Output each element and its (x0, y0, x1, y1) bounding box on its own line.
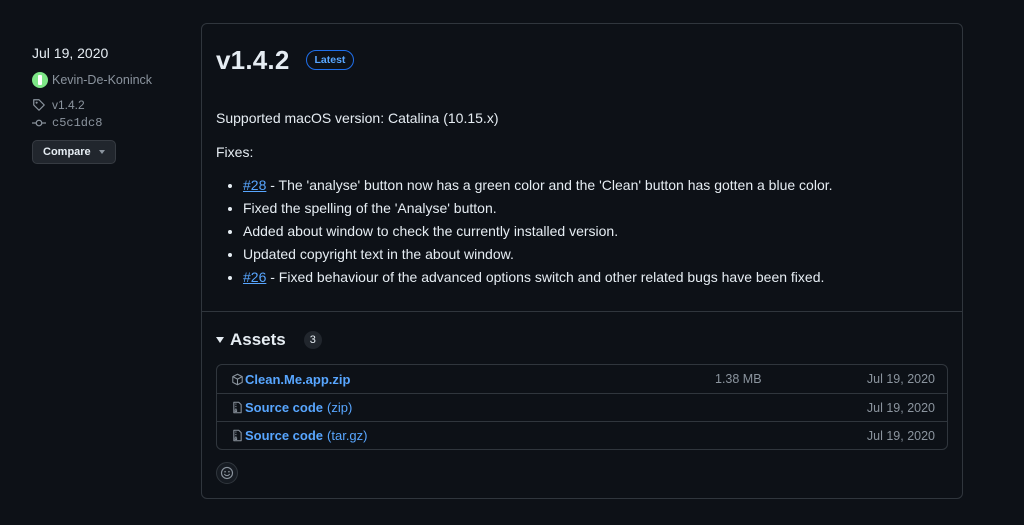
issue-link-26[interactable]: #26 (243, 269, 266, 285)
release-date: Jul 19, 2020 (32, 45, 109, 61)
asset-date: Jul 19, 2020 (866, 400, 935, 415)
assets-toggle[interactable]: Assets 3 (216, 328, 322, 352)
release-description: Supported macOS version: Catalina (10.15… (216, 110, 499, 126)
fix-item: #26 - Fixed behaviour of the advanced op… (243, 266, 948, 289)
tag-row[interactable]: v1.4.2 (32, 96, 182, 114)
author-name[interactable]: Kevin-De-Koninck (52, 73, 152, 87)
fix-text: - The 'analyse' button now has a green c… (266, 177, 833, 193)
asset-row[interactable]: Source code (zip) Jul 19, 2020 (217, 393, 947, 421)
author-link[interactable]: Kevin-De-Koninck (32, 70, 182, 90)
fix-list: #28 - The 'analyse' button now has a gre… (216, 174, 948, 289)
asset-date: Jul 19, 2020 (866, 372, 935, 386)
smiley-icon (220, 466, 234, 480)
tag-icon (33, 99, 45, 111)
disclosure-triangle-icon (216, 337, 224, 343)
asset-size: 1.38 MB (715, 372, 762, 386)
latest-badge: Latest (305, 50, 355, 70)
asset-ext[interactable]: (zip) (327, 400, 352, 415)
asset-name[interactable]: Clean.Me.app.zip (245, 372, 350, 387)
fix-item: Added about window to check the currentl… (243, 220, 948, 243)
assets-count-badge: 3 (303, 331, 322, 349)
fix-text: Added about window to check the currentl… (243, 223, 619, 239)
package-icon (232, 373, 243, 385)
asset-row[interactable]: Source code (tar.gz) Jul 19, 2020 (217, 421, 947, 449)
fixes-heading: Fixes: (216, 144, 254, 160)
asset-row[interactable]: Clean.Me.app.zip 1.38 MB Jul 19, 2020 (217, 365, 947, 393)
chevron-down-icon (98, 150, 105, 154)
asset-date: Jul 19, 2020 (866, 428, 935, 443)
avatar (32, 72, 48, 88)
release-card: v1.4.2 Latest Supported macOS version: C… (201, 23, 963, 499)
fix-item: Fixed the spelling of the 'Analyse' butt… (243, 197, 948, 220)
file-zip-icon (233, 401, 242, 414)
fix-text: Fixed the spelling of the 'Analyse' butt… (243, 200, 497, 216)
fix-item: #28 - The 'analyse' button now has a gre… (243, 174, 948, 197)
add-reaction-button[interactable] (216, 462, 238, 484)
assets-title[interactable]: Assets (230, 330, 286, 350)
compare-button[interactable]: Compare (32, 140, 116, 164)
commit-row[interactable]: c5c1dc8 (32, 114, 182, 132)
commit-icon (32, 119, 46, 127)
release-sidebar: Jul 19, 2020 Kevin-De-Koninck v1.4.2 c5c… (32, 44, 182, 164)
asset-name[interactable]: Source code (245, 428, 323, 443)
issue-link-28[interactable]: #28 (243, 177, 266, 193)
tag-name[interactable]: v1.4.2 (52, 98, 85, 112)
assets-list: Clean.Me.app.zip 1.38 MB Jul 19, 2020 So… (216, 364, 948, 450)
release-title[interactable]: v1.4.2 (216, 45, 290, 76)
fix-text: Updated copyright text in the about wind… (243, 246, 514, 262)
fix-item: Updated copyright text in the about wind… (243, 243, 948, 266)
fix-text: - Fixed behaviour of the advanced option… (266, 269, 825, 285)
section-divider (202, 311, 962, 312)
file-zip-icon (233, 429, 242, 442)
commit-hash[interactable]: c5c1dc8 (52, 116, 102, 130)
asset-name[interactable]: Source code (245, 400, 323, 415)
compare-button-label: Compare (43, 146, 91, 158)
asset-ext[interactable]: (tar.gz) (327, 428, 367, 443)
